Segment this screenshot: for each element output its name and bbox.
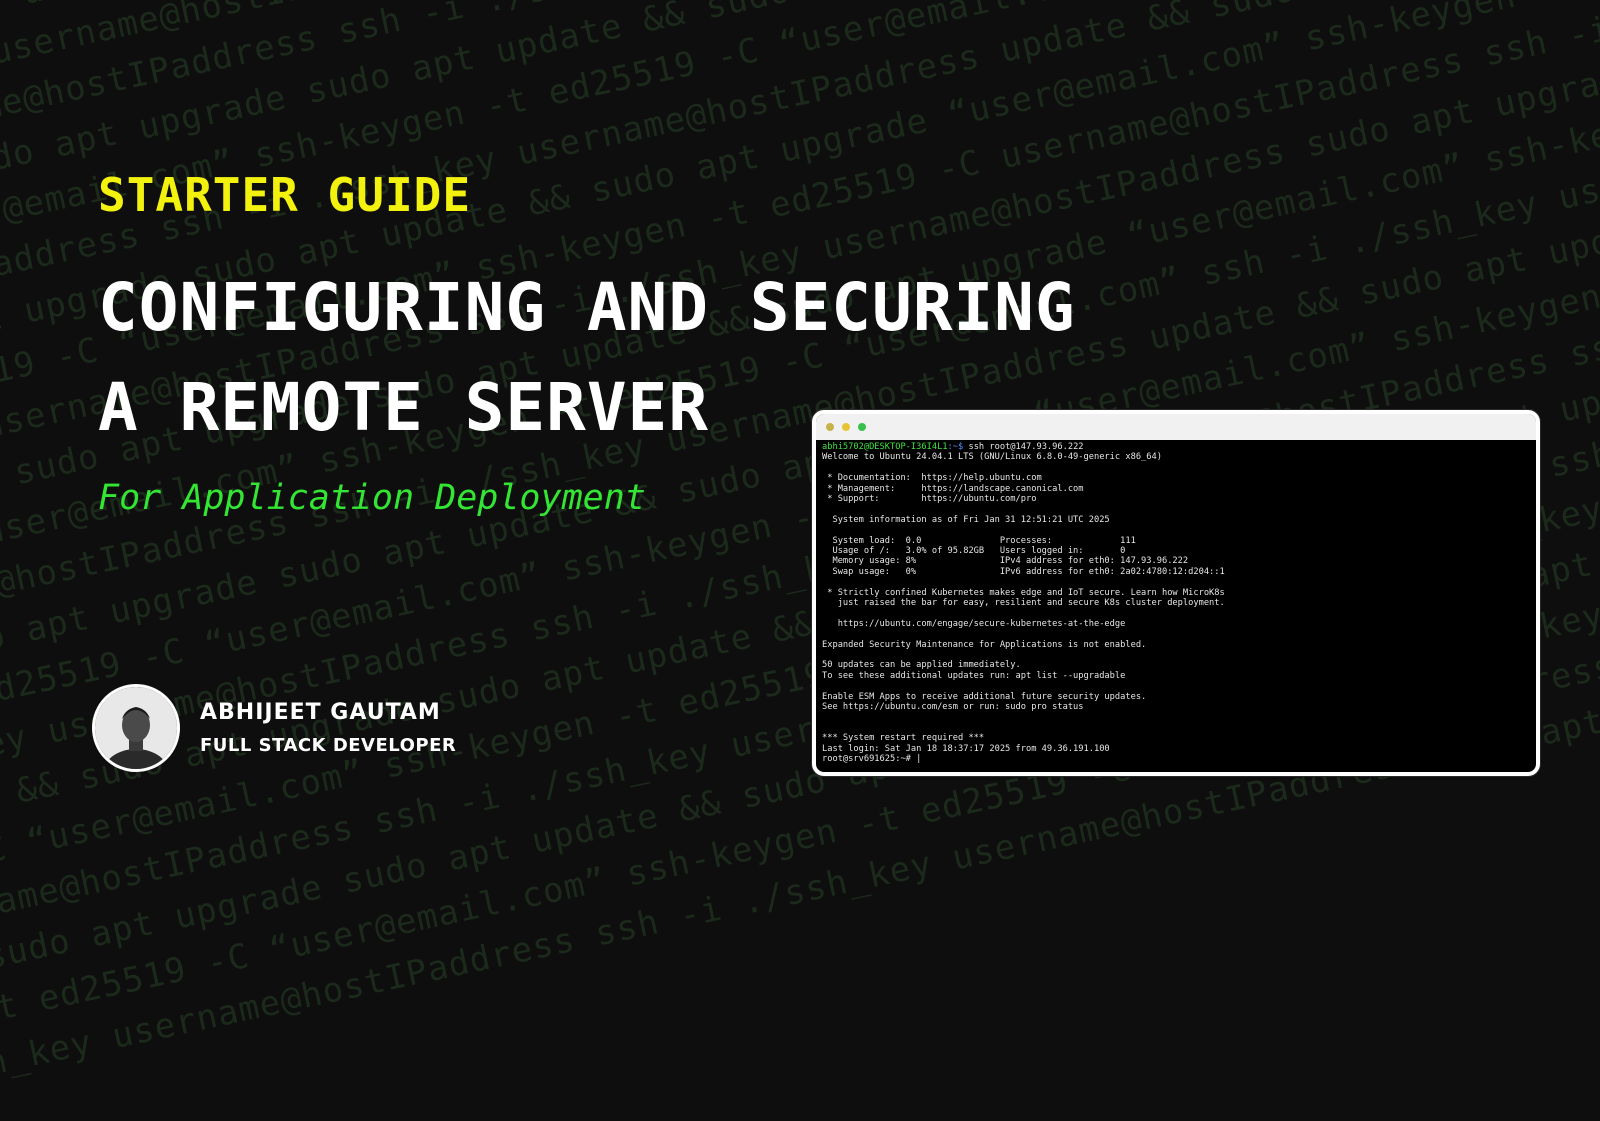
terminal-line: root@srv691625:~# | <box>822 754 922 765</box>
terminal-line: Usage of /: 3.0% of 95.82GB Users logged… <box>822 546 1126 557</box>
terminal-line: just raised the bar for easy, resilient … <box>822 598 1225 609</box>
terminal-line: * Strictly confined Kubernetes makes edg… <box>822 587 1225 598</box>
terminal-line: Last login: Sat Jan 18 18:37:17 2025 fro… <box>822 743 1110 754</box>
author-name: ABHIJEET GAUTAM <box>200 700 441 725</box>
subtitle: For Application Deployment <box>98 478 646 518</box>
avatar <box>92 684 180 772</box>
terminal-command-line: abhi5702@DESKTOP-I36I4L1:~$ ssh root@147… <box>822 442 1530 452</box>
prompt-path: :~$ <box>947 442 964 452</box>
terminal-output[interactable]: abhi5702@DESKTOP-I36I4L1:~$ ssh root@147… <box>816 440 1536 766</box>
author-block: ABHIJEET GAUTAM FULL STACK DEVELOPER <box>92 684 456 772</box>
terminal-line: Enable ESM Apps to receive additional fu… <box>822 691 1147 702</box>
terminal-window: abhi5702@DESKTOP-I36I4L1:~$ ssh root@147… <box>812 410 1540 776</box>
prompt-user: abhi5702@DESKTOP-I36I4L1 <box>822 442 948 452</box>
window-close-dot-icon[interactable] <box>826 423 834 431</box>
window-maximize-dot-icon[interactable] <box>858 423 866 431</box>
author-role: FULL STACK DEVELOPER <box>200 735 457 756</box>
terminal-line: * Management: https://landscape.canonica… <box>822 483 1084 494</box>
terminal-line: 50 updates can be applied immediately. <box>822 660 1021 671</box>
terminal-line: Swap usage: 0% IPv6 address for eth0: 2a… <box>822 566 1225 577</box>
title-line-1: CONFIGURING AND SECURING <box>98 269 1076 346</box>
terminal-title-bar <box>816 414 1536 440</box>
terminal-line: *** System restart required *** <box>822 733 985 744</box>
avatar-portrait-icon <box>95 687 177 769</box>
terminal-line: To see these additional updates run: apt… <box>822 670 1126 681</box>
terminal-line: See https://ubuntu.com/esm or run: sudo … <box>822 702 1084 713</box>
window-minimize-dot-icon[interactable] <box>842 423 850 431</box>
terminal-line: System information as of Fri Jan 31 12:5… <box>822 514 1110 525</box>
terminal-line: * Support: https://ubuntu.com/pro <box>822 494 1037 505</box>
terminal-command: ssh root@147.93.96.222 <box>963 442 1084 452</box>
terminal-line: Expanded Security Maintenance for Applic… <box>822 639 1147 650</box>
eyebrow-label: STARTER GUIDE <box>98 168 472 222</box>
terminal-line: Memory usage: 8% IPv4 address for eth0: … <box>822 556 1189 567</box>
terminal-line: https://ubuntu.com/engage/secure-kuberne… <box>822 618 1126 629</box>
terminal-line: * Documentation: https://help.ubuntu.com <box>822 473 1042 484</box>
terminal-line: System load: 0.0 Processes: 111 <box>822 535 1136 546</box>
terminal-line: Welcome to Ubuntu 24.04.1 LTS (GNU/Linux… <box>822 452 1162 463</box>
